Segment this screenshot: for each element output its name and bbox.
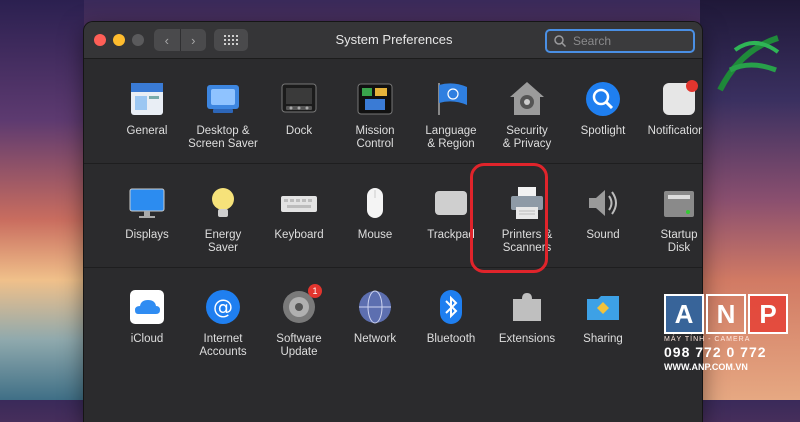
palm-leaves-decoration [717,35,780,92]
monitor-icon [127,183,167,223]
watermark-url: WWW.ANP.COM.VN [664,362,748,372]
pane-general[interactable]: General [109,61,185,161]
minimize-button[interactable] [113,34,125,46]
pane-label: Keyboard [274,229,324,241]
pane-label: Mouse [357,229,393,241]
speaker-icon [583,183,623,223]
pane-desktop-screen-saver[interactable]: Desktop & Screen Saver [185,61,261,161]
pane-label: Spotlight [580,125,626,137]
watermark-logo: A N P [664,294,800,334]
search-field[interactable] [545,29,695,53]
forward-button[interactable]: › [179,29,207,51]
mission-control-icon [355,79,395,119]
pane-mouse[interactable]: Mouse [337,165,413,265]
printers-highlight-annotation [470,163,548,273]
pane-keyboard[interactable]: Keyboard [261,165,337,265]
grid-icon [224,35,238,45]
cloud-icon [127,287,167,327]
house-lock-icon [507,79,547,119]
pane-software-update[interactable]: 1 Software Update [261,269,337,369]
row-separator [84,267,702,268]
mouse-icon [355,183,395,223]
watermark-phone: 098 772 0 772 [664,344,767,360]
update-count-badge: 1 [308,284,322,298]
close-button[interactable] [94,34,106,46]
watermark-letter-n: N [706,294,746,334]
general-icon [127,79,167,119]
pane-row: iCloud @ Internet Accounts 1 Software Update… [84,269,702,372]
pane-label: Language & Region [425,125,477,150]
row-separator [84,163,702,164]
pane-label: Desktop & Screen Saver [188,125,258,150]
pane-label: Extensions [498,333,556,345]
pane-displays[interactable]: Displays [109,165,185,265]
search-icon [554,35,567,48]
anp-watermark: A N P MÁY TÍNH - CAMERA 098 772 0 772 WW… [664,294,800,400]
pane-label: Notifications [647,125,702,137]
pane-label: Energy Saver [204,229,242,254]
navigation-buttons: ‹ › [154,29,206,51]
pane-startup-disk[interactable]: Startup Disk [641,165,702,265]
pane-label: General [126,125,168,137]
pane-label: Bluetooth [426,333,476,345]
pane-internet-accounts[interactable]: @ Internet Accounts [185,269,261,369]
globe-icon [355,287,395,327]
disk-icon [659,183,699,223]
keyboard-icon [279,183,319,223]
watermark-letter-p: P [748,294,788,334]
pane-sound[interactable]: Sound [565,165,641,265]
notifications-icon [659,79,699,119]
pane-label: Software Update [276,333,322,358]
pane-dock[interactable]: Dock [261,61,337,161]
bluetooth-icon [431,287,471,327]
at-sign-icon: @ [203,287,243,327]
watermark-letter-a: A [664,294,704,334]
pane-mission-control[interactable]: Mission Control [337,61,413,161]
pane-language-region[interactable]: Language & Region [413,61,489,161]
folder-sign-icon [583,287,623,327]
flag-icon [431,79,471,119]
puzzle-icon [507,287,547,327]
back-button[interactable]: ‹ [154,29,180,51]
pane-label: Trackpad [427,229,475,241]
pane-security-privacy[interactable]: Security & Privacy [489,61,565,161]
search-input[interactable] [571,33,685,49]
pane-row: Displays Energy Saver Keyboard Mouse Trackpa… [84,165,702,268]
pane-label: Displays [125,229,169,241]
pane-energy-saver[interactable]: Energy Saver [185,165,261,265]
dock-icon [279,79,319,119]
trackpad-icon [431,183,471,223]
show-all-button[interactable] [214,29,248,51]
window-title: System Preferences [335,32,453,47]
watermark-subtitle: MÁY TÍNH - CAMERA [664,336,751,343]
system-preferences-window: ‹ › System Preferences General Desktop & … [84,22,702,422]
pane-label: iCloud [130,333,164,345]
pane-sharing[interactable]: Sharing [565,269,641,369]
zoom-button[interactable] [132,34,144,46]
svg-text:@: @ [213,295,233,319]
pane-label: Security & Privacy [502,125,552,150]
lightbulb-icon [203,183,243,223]
pane-icloud[interactable]: iCloud [109,269,185,369]
magnifier-icon [583,79,623,119]
pane-label: Internet Accounts [199,333,247,358]
pane-extensions[interactable]: Extensions [489,269,565,369]
desktop-icon [203,79,243,119]
title-bar: ‹ › System Preferences [84,22,702,59]
pane-network[interactable]: Network [337,269,413,369]
pane-label: Mission Control [355,125,395,150]
gear-icon: 1 [279,284,322,327]
pane-spotlight[interactable]: Spotlight [565,61,641,161]
wallpaper-left [0,0,84,400]
pane-label: Startup Disk [660,229,698,254]
pane-row: General Desktop & Screen Saver Dock Mission… [84,61,702,164]
pane-notifications[interactable]: Notifications [641,61,702,161]
pane-label: Sound [586,229,620,241]
pane-label: Sharing [583,333,623,345]
pane-label: Network [353,333,397,345]
pane-label: Dock [285,125,313,137]
pane-bluetooth[interactable]: Bluetooth [413,269,489,369]
